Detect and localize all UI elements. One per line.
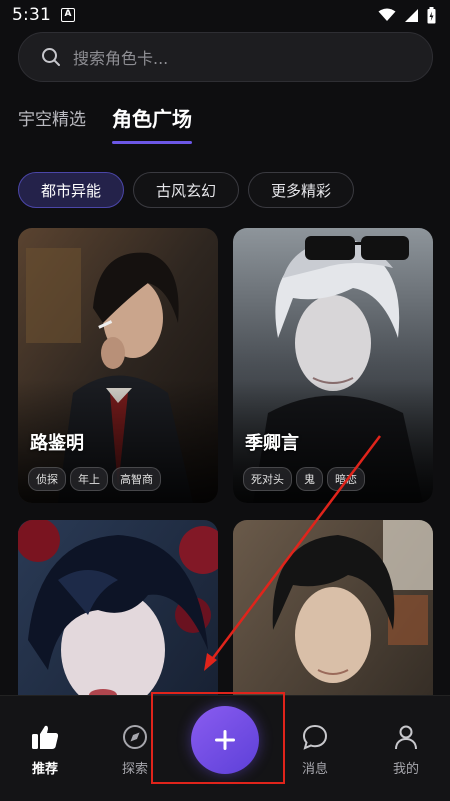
- status-bar: 5:31 A: [0, 0, 450, 30]
- character-portrait: [233, 228, 433, 503]
- user-icon: [395, 725, 417, 750]
- app-notification-icon: A: [60, 8, 75, 22]
- tag: 年上: [70, 467, 108, 491]
- thumbs-up-icon: [32, 725, 59, 749]
- tag: 高智商: [112, 467, 161, 491]
- nav-mine[interactable]: 我的: [376, 724, 436, 777]
- status-icons: [378, 6, 436, 24]
- nav-label: 推荐: [31, 762, 58, 777]
- chip-urban[interactable]: 都市异能: [18, 172, 125, 208]
- tab-featured[interactable]: 宇空精选: [18, 105, 86, 140]
- nav-label: 我的: [392, 762, 419, 777]
- chip-ancient[interactable]: 古风玄幻: [133, 172, 240, 208]
- category-chips: 都市异能 古风玄幻 更多精彩: [18, 172, 355, 208]
- signal-icon: [405, 8, 418, 22]
- tag: 侦探: [28, 467, 66, 491]
- search-icon: [42, 48, 60, 66]
- character-tags: 死对头 鬼 暗恋: [243, 467, 365, 491]
- character-tags: 侦探 年上 高智商: [28, 467, 161, 491]
- chip-more[interactable]: 更多精彩: [248, 172, 355, 208]
- character-card[interactable]: 路鉴明 侦探 年上 高智商: [18, 228, 218, 503]
- character-portrait: [18, 228, 218, 503]
- nav-label: 消息: [301, 762, 328, 777]
- nav-messages[interactable]: 消息: [285, 724, 345, 777]
- status-time: 5:31: [12, 5, 51, 25]
- search-bar[interactable]: 搜索角色卡...: [18, 32, 433, 82]
- character-name: 季卿言: [245, 433, 299, 454]
- chat-bubble-icon: [302, 724, 328, 750]
- search-input[interactable]: 搜索角色卡...: [73, 45, 168, 69]
- character-name: 路鉴明: [30, 433, 84, 454]
- top-tabs: 宇空精选 角色广场: [18, 100, 192, 144]
- tag: 暗恋: [327, 467, 365, 491]
- annotation-highlight-box: [151, 692, 285, 784]
- nav-recommend[interactable]: 推荐: [15, 724, 75, 777]
- character-card[interactable]: 季卿言 死对头 鬼 暗恋: [233, 228, 433, 503]
- compass-icon: [123, 725, 147, 749]
- wifi-icon: [378, 8, 396, 21]
- tab-character-plaza[interactable]: 角色广场: [112, 103, 192, 144]
- tag: 鬼: [296, 467, 323, 491]
- tag: 死对头: [243, 467, 292, 491]
- battery-icon: [427, 6, 436, 23]
